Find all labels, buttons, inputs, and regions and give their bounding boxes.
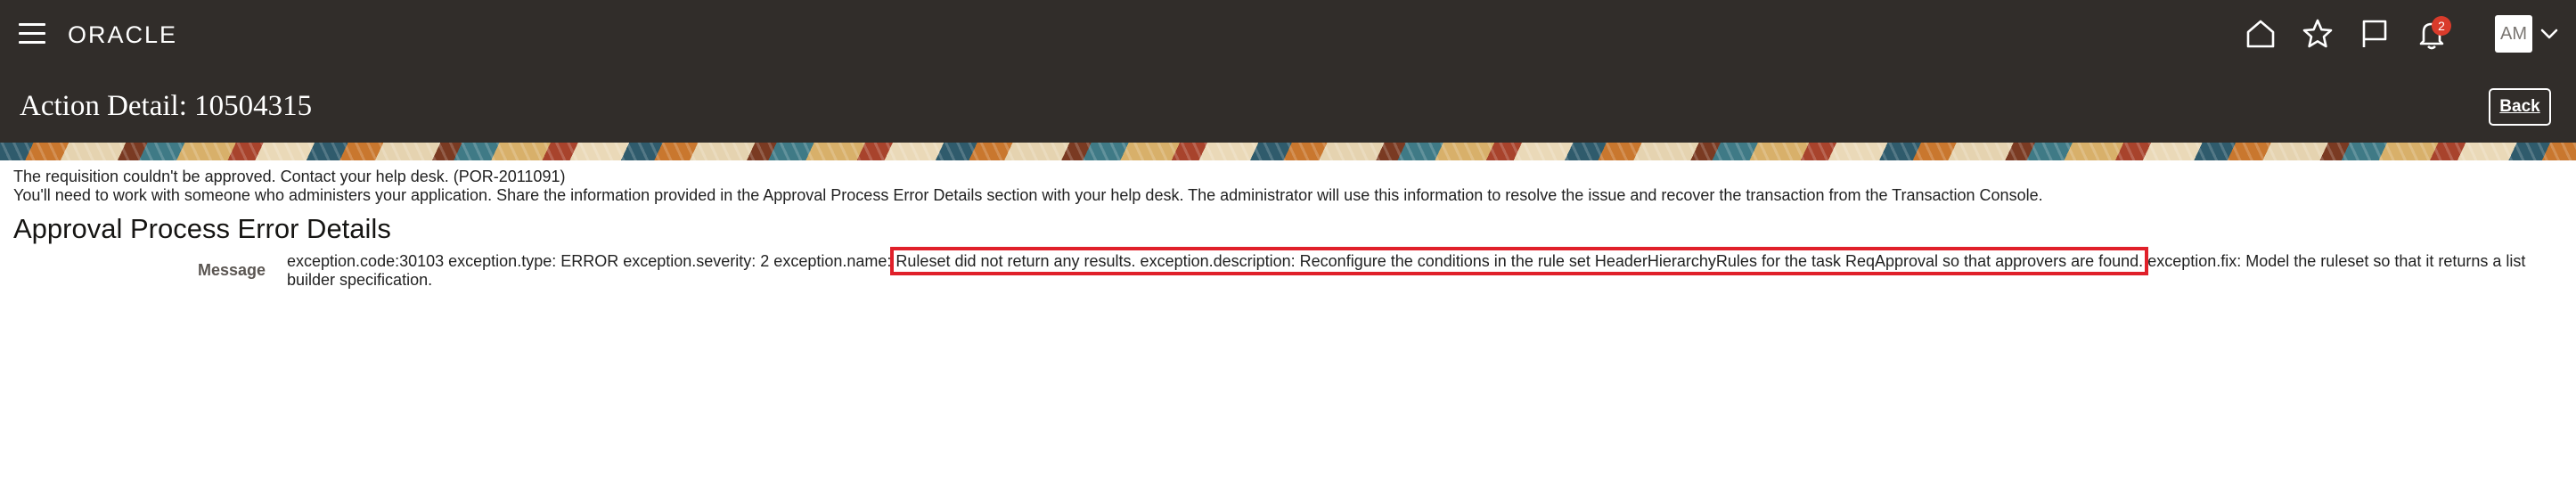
flag-icon[interactable] xyxy=(2358,17,2392,51)
avatar[interactable]: AM xyxy=(2495,15,2532,53)
notification-badge: 2 xyxy=(2432,16,2451,36)
back-button[interactable]: Back xyxy=(2489,88,2551,126)
star-icon[interactable] xyxy=(2301,17,2335,51)
page-title: Action Detail: 10504315 xyxy=(20,90,313,122)
help-message: You'll need to work with someone who adm… xyxy=(13,186,2043,204)
decorative-banner xyxy=(0,143,2576,160)
oracle-logo: ORACLE xyxy=(68,21,178,48)
error-message: The requisition couldn't be approved. Co… xyxy=(13,168,566,185)
highlighted-error: Ruleset did not return any results. exce… xyxy=(890,247,2149,275)
section-heading: Approval Process Error Details xyxy=(13,213,391,244)
chevron-down-icon[interactable] xyxy=(2539,26,2559,42)
home-icon[interactable] xyxy=(2244,17,2278,51)
message-prefix: exception.code:30103 exception.type: ERR… xyxy=(287,252,892,270)
message-value: exception.code:30103 exception.type: ERR… xyxy=(287,247,2541,290)
message-label: Message xyxy=(198,261,266,279)
global-header: ORACLE 2 AM xyxy=(0,0,2576,70)
menu-icon[interactable] xyxy=(19,23,45,45)
